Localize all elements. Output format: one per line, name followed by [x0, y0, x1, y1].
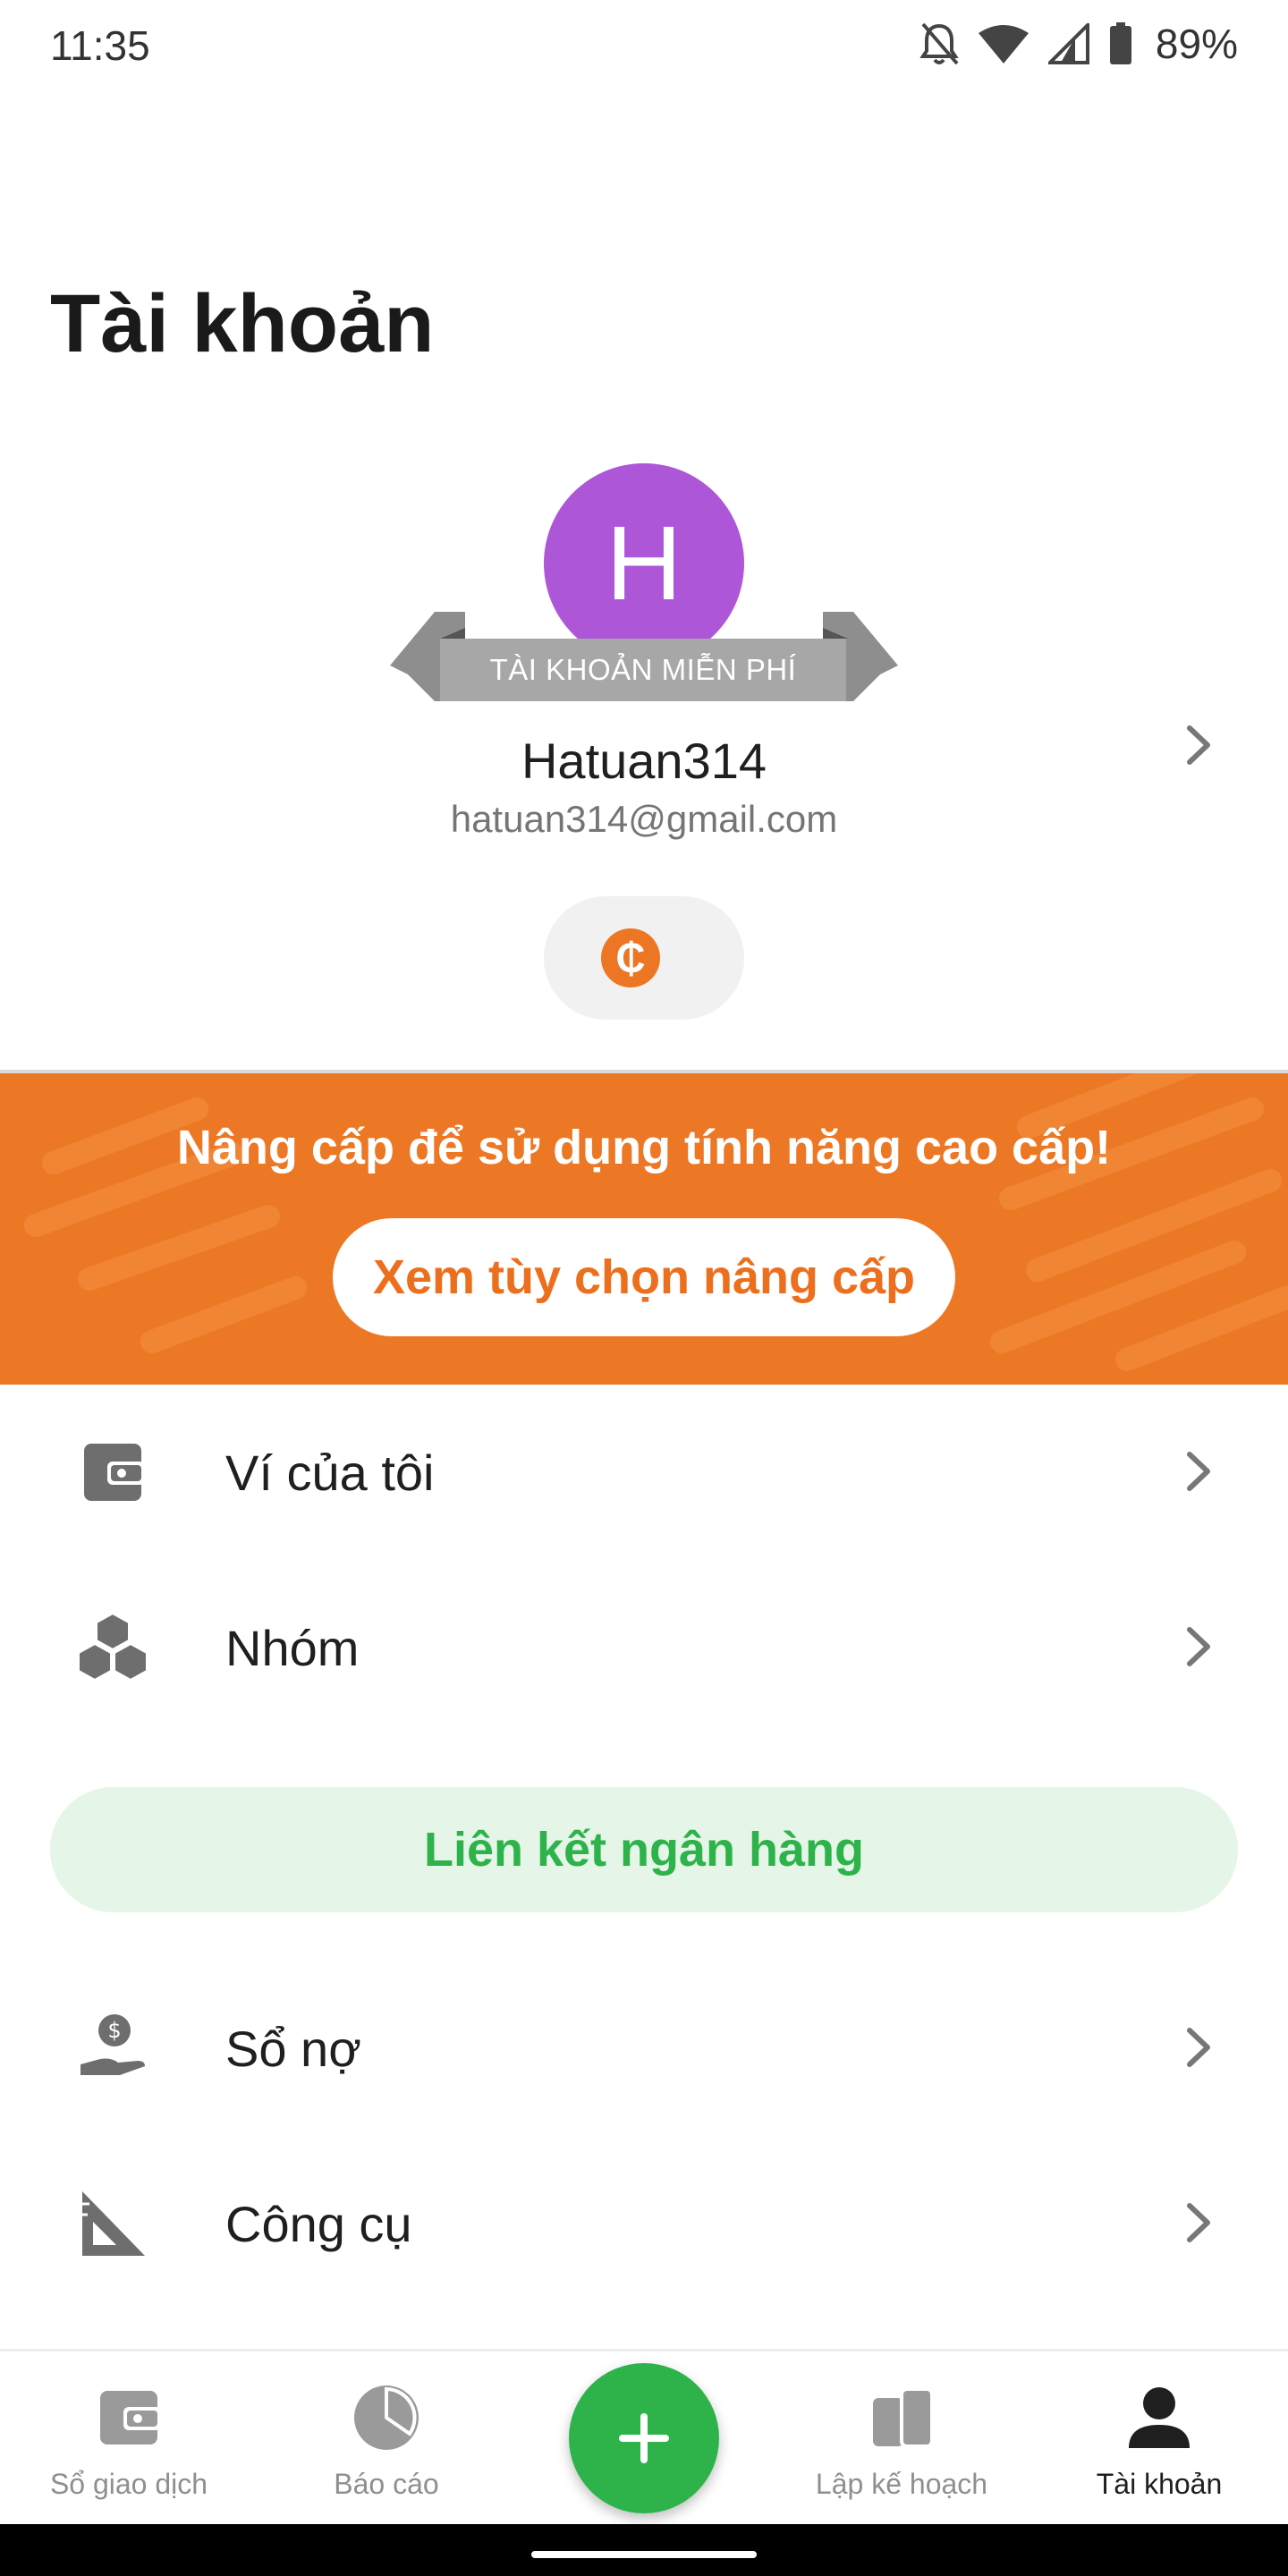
nav-planning[interactable]: Lập kế hoạch [773, 2351, 1030, 2527]
menu-item-tools[interactable]: Công cụ [0, 2136, 1288, 2311]
chevron-right-icon[interactable] [1179, 721, 1220, 769]
username: Hatuan314 [521, 733, 767, 789]
coin-icon: ₵ [601, 928, 660, 987]
menu-label: Sổ nợ [225, 2021, 361, 2077]
home-handle[interactable] [531, 2551, 757, 2558]
chevron-right-icon [1187, 1627, 1210, 1666]
system-nav-bar [0, 2524, 1288, 2576]
nav-account[interactable]: Tài khoản [1030, 2351, 1288, 2527]
menu-label: Công cụ [225, 2196, 412, 2252]
chevron-right-icon [1187, 2028, 1210, 2067]
nav-transactions[interactable]: Sổ giao dịch [0, 2351, 258, 2527]
account-type-badge: TÀI KHOẢN MIỄN PHÍ [440, 639, 846, 701]
signal-icon [1047, 23, 1089, 64]
person-icon [1129, 2387, 1190, 2448]
battery-percent: 89% [1155, 21, 1238, 67]
credit-pill[interactable]: ₵ [544, 896, 744, 1020]
link-bank-button[interactable]: Liên kết ngân hàng [50, 1787, 1238, 1912]
battery-icon [1109, 22, 1131, 64]
nav-label: Sổ giao dịch [49, 2468, 208, 2500]
nav-label: Báo cáo [334, 2468, 439, 2500]
nav-label: Lập kế hoạch [815, 2468, 988, 2500]
upgrade-banner: Nâng cấp để sử dụng tính năng cao cấp! X… [0, 1073, 1288, 1385]
add-transaction-button[interactable] [569, 2363, 719, 2513]
chevron-right-icon [1187, 1452, 1210, 1491]
menu-item-groups[interactable]: Nhóm [0, 1560, 1288, 1735]
page-title: Tài khoản [50, 278, 435, 369]
menu-label: Ví của tôi [225, 1445, 435, 1501]
svg-text:$: $ [107, 2018, 121, 2043]
status-bar: 11:35 89% [0, 0, 1288, 89]
boxes-icon [78, 1612, 148, 1682]
menu-label: Nhóm [225, 1620, 360, 1676]
wifi-icon [978, 25, 1029, 64]
notifications-off-icon [919, 22, 959, 65]
status-time: 11:35 [50, 22, 150, 69]
pie-chart-icon [354, 2385, 419, 2450]
status-icons: 89% [919, 20, 1238, 68]
email: hatuan314@gmail.com [450, 798, 838, 840]
debt-hand-icon: $ [80, 2014, 145, 2075]
wallet-icon [100, 2391, 161, 2445]
planning-icon [873, 2387, 934, 2448]
chevron-right-icon [1187, 2203, 1210, 2242]
nav-label: Tài khoản [1096, 2468, 1223, 2500]
plus-icon [619, 2413, 669, 2463]
nav-reports[interactable]: Báo cáo [258, 2351, 515, 2527]
ruler-triangle-icon [82, 2191, 145, 2256]
wallet-icon [84, 1444, 145, 1501]
menu-item-wallets[interactable]: Ví của tôi [0, 1385, 1288, 1560]
menu-item-debts[interactable]: $ Sổ nợ [0, 1961, 1288, 2136]
upgrade-text: Nâng cấp để sử dụng tính năng cao cấp! [176, 1121, 1112, 1174]
view-upgrade-options-button[interactable]: Xem tùy chọn nâng cấp [333, 1218, 955, 1336]
